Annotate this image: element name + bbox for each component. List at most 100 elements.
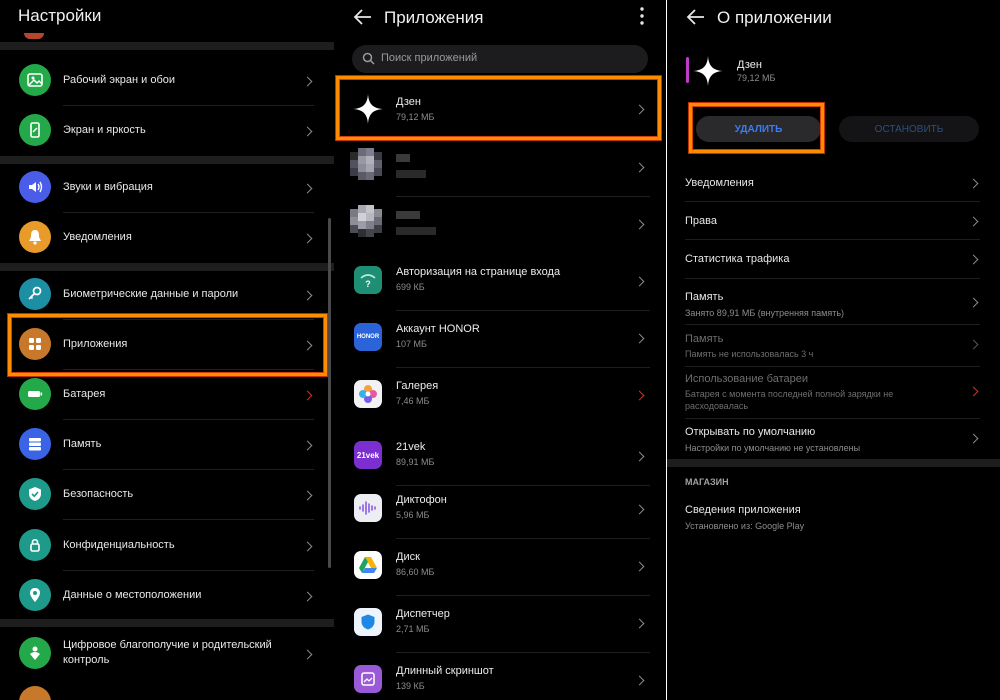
app-details-panel: О приложении Дзен 79,12 МБ УДАЛИТЬ ОСТАН… bbox=[667, 0, 1000, 700]
chevron-right-icon bbox=[968, 216, 979, 227]
app-item-21vek[interactable]: 21vek 21vek 89,91 МБ bbox=[334, 429, 666, 486]
app-item-long-screenshot[interactable]: Длинный скриншот 139 КБ bbox=[334, 653, 666, 700]
permissions-row[interactable]: Права bbox=[667, 201, 1000, 239]
page-title: О приложении bbox=[717, 8, 832, 27]
settings-item-notifications[interactable]: Уведомления bbox=[0, 213, 328, 263]
location-pin-icon bbox=[19, 579, 51, 611]
traffic-stats-row[interactable]: Статистика трафика bbox=[667, 239, 1000, 277]
page-title: Настройки bbox=[18, 6, 102, 25]
blurred-text bbox=[396, 154, 410, 162]
stop-button[interactable]: ОСТАНОВИТЬ bbox=[839, 116, 979, 142]
app-item-honor-account[interactable]: HONOR Аккаунт HONOR 107 МБ bbox=[334, 311, 666, 368]
key-icon bbox=[19, 278, 51, 310]
search-input[interactable]: Поиск приложений bbox=[352, 45, 648, 73]
battery-icon bbox=[19, 378, 51, 410]
section-divider bbox=[0, 42, 334, 50]
settings-item-sound[interactable]: Звуки и вибрация bbox=[0, 163, 328, 213]
chevron-right-icon bbox=[302, 541, 313, 552]
chevron-right-icon bbox=[968, 297, 979, 308]
chevron-right-icon bbox=[634, 451, 645, 462]
sound-wave-icon bbox=[354, 494, 382, 522]
honor-logo-icon: HONOR bbox=[354, 323, 382, 351]
row-title: Статистика трафика bbox=[685, 253, 790, 265]
battery-usage-row[interactable]: Использование батареи Батарея с момента … bbox=[667, 366, 1000, 418]
phone-brightness-icon bbox=[19, 114, 51, 146]
row-separator bbox=[63, 519, 314, 520]
uninstall-button[interactable]: УДАЛИТЬ bbox=[696, 116, 821, 142]
settings-item-label: Конфиденциальность bbox=[63, 539, 175, 551]
chevron-right-icon bbox=[302, 440, 313, 451]
wifi-question-icon: ? bbox=[354, 266, 382, 294]
settings-item-wellbeing[interactable]: Цифровое благополучие и родительский кон… bbox=[0, 628, 328, 680]
partial-icon bbox=[19, 686, 51, 700]
notifications-row[interactable]: Уведомления bbox=[667, 163, 1000, 201]
app-name: Авторизация на странице входа bbox=[396, 266, 561, 278]
settings-item-location[interactable]: Данные о местоположении bbox=[0, 571, 328, 621]
app-size: 86,60 МБ bbox=[396, 567, 435, 577]
app-size: 139 КБ bbox=[396, 681, 425, 691]
settings-item-label: Экран и яркость bbox=[63, 124, 146, 136]
row-subtitle: Установлено из: Google Play bbox=[685, 521, 805, 531]
chevron-right-icon bbox=[634, 618, 645, 629]
back-arrow-icon[interactable] bbox=[352, 7, 374, 27]
settings-item-home-screen[interactable]: Рабочий экран и обои bbox=[0, 56, 328, 106]
chevron-right-icon bbox=[302, 390, 313, 401]
page-title: Приложения bbox=[384, 8, 484, 27]
app-item-dzen[interactable]: Дзен 79,12 МБ bbox=[334, 80, 666, 137]
app-item-login-auth[interactable]: ? Авторизация на странице входа 699 КБ bbox=[334, 254, 666, 311]
app-item-recorder[interactable]: Диктофон 5,96 МБ bbox=[334, 482, 666, 539]
storage-row[interactable]: Память Занято 89,91 МБ (внутренняя памят… bbox=[667, 278, 1000, 324]
settings-item-battery[interactable]: Батарея bbox=[0, 370, 328, 420]
app-size: 89,91 МБ bbox=[396, 457, 435, 467]
app-name: Диктофон bbox=[396, 494, 447, 506]
app-item-drive[interactable]: Диск 86,60 МБ bbox=[334, 539, 666, 596]
settings-item-label: Данные о местоположении bbox=[63, 589, 202, 601]
row-title: Использование батареи bbox=[685, 373, 808, 385]
back-arrow-icon[interactable] bbox=[685, 7, 707, 27]
chevron-right-icon bbox=[634, 390, 645, 401]
blurred-app-icon bbox=[350, 148, 386, 184]
settings-item-display[interactable]: Экран и яркость bbox=[0, 106, 328, 156]
settings-item-privacy[interactable]: Конфиденциальность bbox=[0, 521, 328, 571]
app-icon-edge bbox=[686, 57, 689, 83]
svg-text:?: ? bbox=[365, 279, 371, 289]
settings-item-biometrics[interactable]: Биометрические данные и пароли bbox=[0, 270, 328, 320]
memory-row[interactable]: Память Память не использовалась 3 ч bbox=[667, 324, 1000, 366]
row-title: Сведения приложения bbox=[685, 504, 801, 516]
section-divider bbox=[0, 619, 334, 627]
app-size: 699 КБ bbox=[396, 282, 425, 292]
chevron-right-icon bbox=[634, 561, 645, 572]
settings-item-security[interactable]: Безопасность bbox=[0, 470, 328, 520]
blurred-app-icon bbox=[350, 205, 386, 241]
app-item-manager[interactable]: Диспетчер 2,71 МБ bbox=[334, 596, 666, 653]
apps-panel: Приложения Поиск приложений Дзен 79,12 М… bbox=[334, 0, 666, 700]
speaker-icon bbox=[19, 171, 51, 203]
settings-item-apps[interactable]: Приложения bbox=[0, 320, 328, 370]
app-item-hidden[interactable] bbox=[334, 197, 666, 254]
open-by-default-row[interactable]: Открывать по умолчанию Настройки по умол… bbox=[667, 418, 1000, 460]
settings-panel: Настройки Рабочий экран и обои Экран и я… bbox=[0, 0, 334, 700]
app-details-store-row[interactable]: Сведения приложения Установлено из: Goog… bbox=[667, 495, 1000, 541]
scrollbar[interactable] bbox=[328, 218, 331, 568]
row-subtitle: Настройки по умолчанию не установлены bbox=[685, 443, 861, 453]
google-drive-icon bbox=[354, 551, 382, 579]
more-vertical-icon[interactable] bbox=[639, 6, 645, 26]
chevron-right-icon bbox=[302, 126, 313, 137]
section-divider bbox=[667, 459, 1000, 467]
chevron-right-icon bbox=[634, 104, 645, 115]
app-name: Дзен bbox=[737, 59, 762, 71]
search-placeholder: Поиск приложений bbox=[381, 52, 478, 64]
row-subtitle: Память не использовалась 3 ч bbox=[685, 349, 814, 359]
app-name: Длинный скриншот bbox=[396, 665, 494, 677]
settings-item-label: Батарея bbox=[63, 388, 106, 400]
dzen-star-icon bbox=[693, 56, 723, 86]
app-item-hidden[interactable] bbox=[334, 140, 666, 197]
app-name: Галерея bbox=[396, 380, 439, 392]
settings-item-storage[interactable]: Память bbox=[0, 420, 328, 470]
chevron-right-icon bbox=[302, 76, 313, 87]
chevron-right-icon bbox=[302, 290, 313, 301]
chevron-right-icon bbox=[302, 490, 313, 501]
chevron-right-icon bbox=[634, 675, 645, 686]
app-item-gallery[interactable]: Галерея 7,46 МБ bbox=[334, 368, 666, 425]
settings-item-label: Безопасность bbox=[63, 488, 134, 500]
